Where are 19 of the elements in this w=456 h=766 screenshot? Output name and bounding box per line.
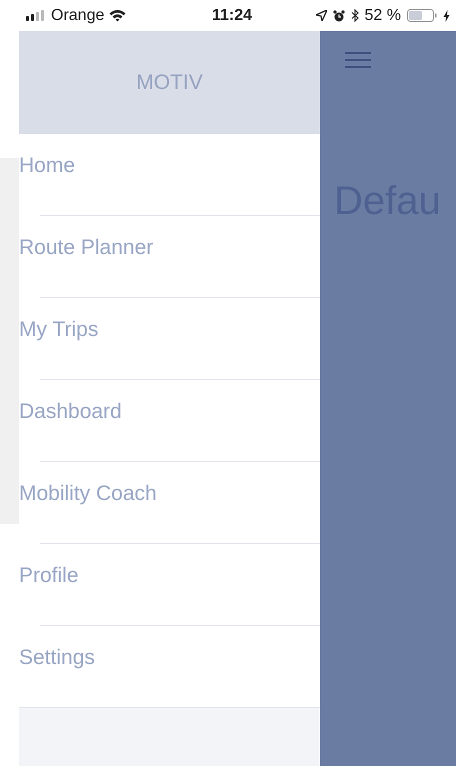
signal-icon [26, 10, 46, 21]
menu-item[interactable]: Home [19, 154, 76, 178]
menu-icon[interactable] [345, 51, 371, 69]
charging-bolt-icon [443, 10, 450, 22]
app-title: MOTIV [136, 70, 203, 94]
wifi-icon [109, 9, 126, 22]
menu-item[interactable]: Route Planner [19, 236, 154, 260]
location-arrow-icon [316, 10, 327, 21]
battery-percent: 52 % [364, 6, 401, 24]
carrier-name: Orange [51, 6, 104, 24]
battery-icon [407, 9, 437, 22]
clock-time: 11:24 [212, 6, 252, 24]
alarm-clock-icon [332, 10, 345, 22]
menu-item[interactable]: Mobility Coach [19, 482, 157, 506]
menu-item[interactable]: Profile [19, 564, 79, 588]
menu-item[interactable]: My Trips [19, 318, 98, 342]
menu-item[interactable]: Dashboard [19, 400, 122, 424]
menu-item[interactable]: Settings [19, 646, 95, 670]
bluetooth-icon [350, 9, 359, 22]
